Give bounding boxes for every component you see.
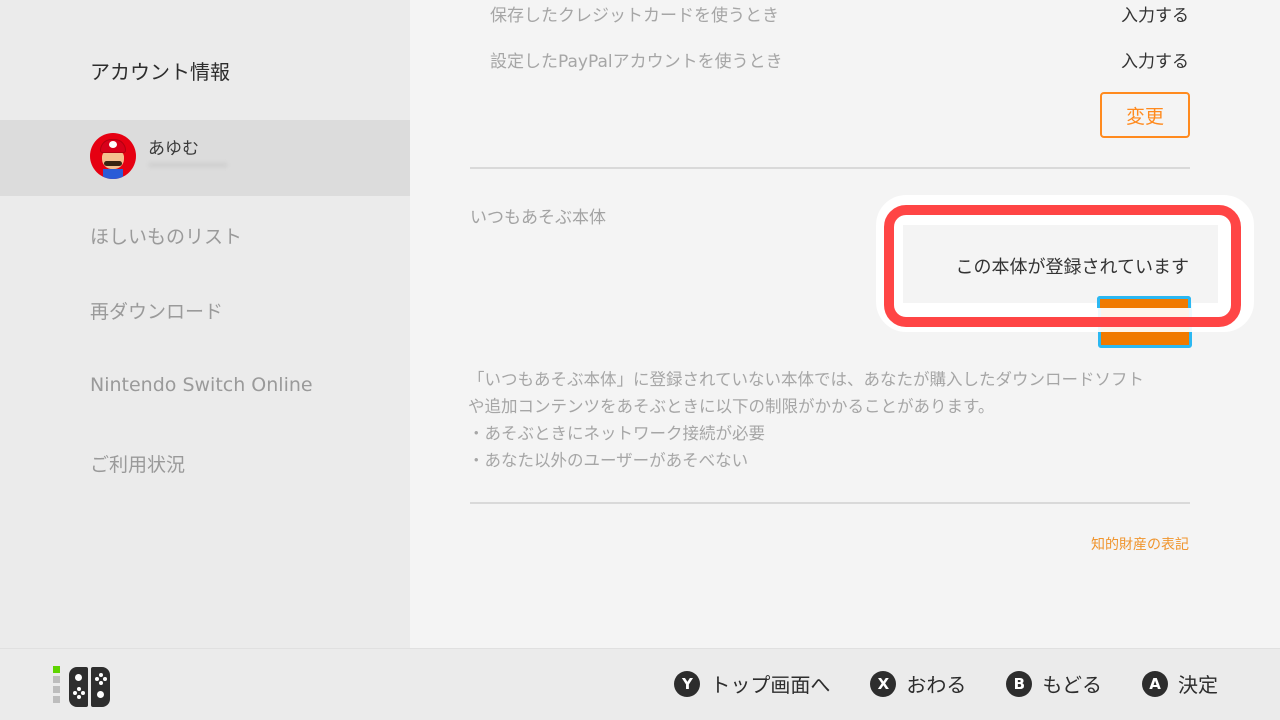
avatar-cap-badge (109, 141, 117, 148)
intellectual-property-link[interactable]: 知的財産の表記 (1091, 534, 1189, 554)
credit-card-row-label: 保存したクレジットカードを使うとき (490, 6, 779, 26)
sidebar-title: アカウント情報 (90, 60, 230, 84)
right-joycon-icon (91, 667, 110, 707)
hint-home[interactable]: Y トップ画面へ (674, 669, 830, 698)
sidebar-item-user[interactable]: あゆむ (0, 120, 410, 196)
highlight-annotation-box (884, 205, 1241, 327)
stick-dot (75, 674, 82, 681)
avatar-mustache (104, 161, 122, 166)
player-led-1 (53, 666, 60, 673)
stick-dot (97, 691, 104, 698)
button-dot (103, 677, 107, 681)
description-line: 「いつもあそぶ本体」に登録されていない本体では、あなたが購入したダウンロードソフ… (468, 370, 1145, 389)
hint-back[interactable]: B もどる (1006, 669, 1102, 698)
sidebar-item-usage[interactable]: ご利用状況 (90, 450, 185, 477)
button-dot (95, 677, 99, 681)
sidebar-item-nintendo-switch-online[interactable]: Nintendo Switch Online (90, 374, 313, 396)
sidebar: アカウント情報 あゆむ ほしいものリスト 再ダウンロード Nintendo Sw… (0, 0, 410, 648)
joycon-controller-icon (69, 667, 111, 707)
change-button[interactable]: 変更 (1100, 92, 1190, 138)
button-hints: Y トップ画面へ X おわる B もどる A 決定 (674, 669, 1218, 698)
sidebar-item-wishlist[interactable]: ほしいものリスト (90, 222, 242, 249)
player-led-3 (53, 686, 60, 693)
sidebar-item-redownload[interactable]: 再ダウンロード (90, 297, 223, 324)
description-line: や追加コンテンツをあそぶときに以下の制限がかかることがあります。 (468, 397, 995, 416)
primary-console-title: いつもあそぶ本体 (470, 208, 606, 228)
y-button-icon: Y (674, 670, 701, 697)
user-name: あゆむ (148, 139, 199, 159)
paypal-row-value: 入力する (1121, 52, 1189, 72)
button-dot (99, 681, 103, 685)
player-indicator (53, 666, 60, 706)
hint-exit[interactable]: X おわる (870, 669, 966, 698)
user-email-obscured (148, 162, 228, 168)
x-button-icon: X (870, 670, 897, 697)
button-dot (99, 673, 103, 677)
button-dot (77, 687, 81, 691)
hint-label: トップ画面へ (710, 673, 831, 697)
left-joycon-icon (69, 667, 88, 707)
divider (470, 167, 1190, 169)
player-led-4 (53, 696, 60, 703)
hint-label: もどる (1042, 673, 1102, 697)
avatar-overalls (103, 169, 123, 179)
a-button-icon: A (1142, 670, 1168, 697)
description-bullet: ・あなた以外のユーザーがあそべない (468, 451, 749, 470)
credit-card-row-value: 入力する (1121, 6, 1189, 26)
avatar (90, 133, 136, 179)
button-dot (73, 691, 77, 695)
b-button-icon: B (1006, 670, 1033, 697)
primary-console-description: 「いつもあそぶ本体」に登録されていない本体では、あなたが購入したダウンロードソフ… (468, 366, 1198, 474)
player-led-2 (53, 676, 60, 683)
paypal-row-label: 設定したPayPalアカウントを使うとき (490, 52, 783, 72)
description-bullet: ・あそぶときにネットワーク接続が必要 (468, 424, 765, 443)
avatar-face (102, 151, 124, 169)
hint-confirm[interactable]: A 決定 (1142, 669, 1218, 698)
hint-label: 決定 (1178, 673, 1218, 697)
button-dot (81, 691, 85, 695)
button-dot (77, 695, 81, 699)
footer-bar: Y トップ画面へ X おわる B もどる A 決定 (0, 648, 1280, 720)
hint-label: おわる (906, 673, 967, 697)
divider (470, 502, 1190, 504)
